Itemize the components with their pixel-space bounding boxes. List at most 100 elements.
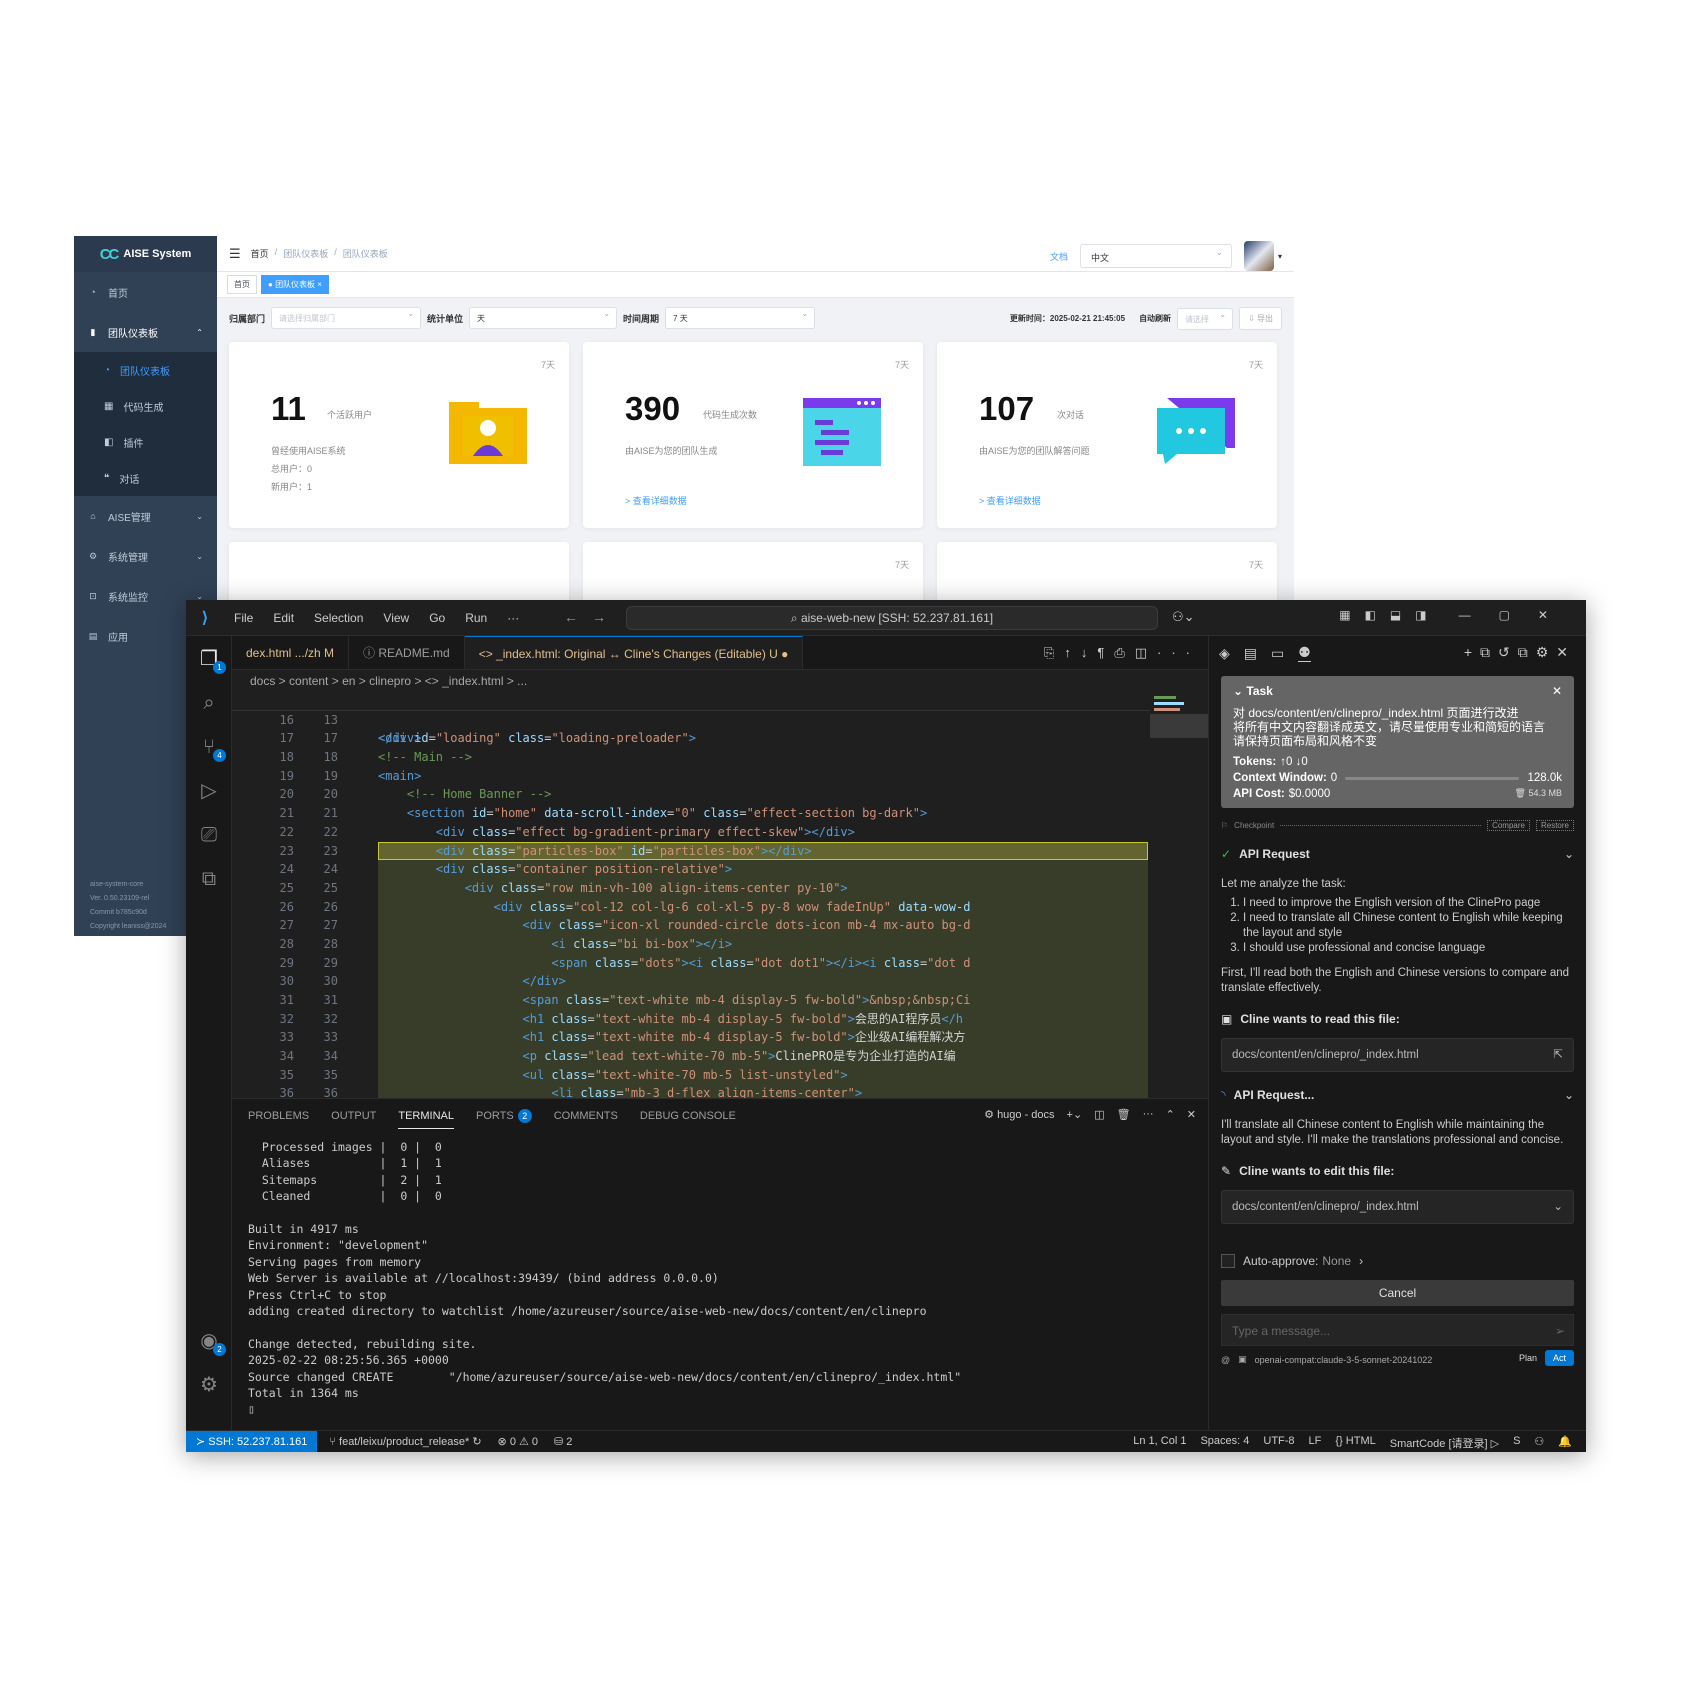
restore-button[interactable]: Restore bbox=[1535, 820, 1574, 831]
chevron-down-icon[interactable]: ⌄ bbox=[1553, 1191, 1563, 1223]
avatar[interactable] bbox=[1243, 241, 1274, 271]
manage-gear-icon[interactable]: ⚙ bbox=[196, 1372, 222, 1398]
remote-explorer-icon[interactable]: ⎚ bbox=[196, 822, 222, 848]
branch-indicator[interactable]: ⑂ feat/leixu/product_release* ↻ bbox=[329, 1435, 481, 1448]
notifications-bell-icon[interactable]: 🔔 bbox=[1558, 1435, 1572, 1451]
period-select[interactable]: 7 天 bbox=[665, 307, 816, 329]
new-terminal-icon[interactable]: +⌄ bbox=[1067, 1108, 1083, 1121]
menu-item[interactable]: Go bbox=[419, 611, 455, 625]
tag-team-dashboard[interactable]: ● 团队仪表板 × bbox=[261, 275, 329, 294]
model-selector[interactable]: openai-compat:claude-3-5-sonnet-20241022 bbox=[1255, 1355, 1433, 1365]
docs-link[interactable]: 文档 bbox=[1050, 250, 1068, 263]
editor-tab[interactable]: dex.html .../zh M bbox=[232, 636, 350, 669]
sidebar-item[interactable]: ❝ 对话 bbox=[74, 460, 217, 496]
sidebar-item[interactable]: ◔ 首页 bbox=[74, 272, 217, 312]
problems-indicator[interactable]: ⊗ 0 ⚠ 0 bbox=[498, 1435, 538, 1448]
editor-tab[interactable]: <> _index.html: Original ↔ Cline's Chang… bbox=[464, 636, 804, 669]
terminal-output[interactable]: Processed images | 0 | 0 Aliases | 1 | 1… bbox=[232, 1133, 1208, 1424]
copilot-status-icon[interactable]: ⚇ bbox=[1534, 1435, 1544, 1451]
read-file-path[interactable]: docs/content/en/clinepro/_index.html ⇱ bbox=[1221, 1038, 1574, 1072]
sidebar-item[interactable]: ▮ 团队仪表板 ⌃ bbox=[74, 312, 217, 352]
panel-tab[interactable]: DEBUG CONSOLE bbox=[640, 1110, 736, 1122]
view-details-link[interactable]: > 查看详细数据 bbox=[625, 494, 687, 507]
sidebar-item[interactable]: ◔ 团队仪表板 bbox=[74, 352, 217, 388]
command-center[interactable]: ⌕ aise-web-new [SSH: 52.237.81.161] bbox=[626, 606, 1158, 630]
close-task-icon[interactable]: ✕ bbox=[1552, 684, 1562, 698]
auto-refresh-select[interactable]: 请选择 bbox=[1177, 307, 1234, 330]
editor-actions-icon[interactable]: ⎘↑↓¶⎙◫··· bbox=[1044, 636, 1200, 670]
sidebar-item[interactable]: ▦ 代码生成 bbox=[74, 388, 217, 424]
menu-item[interactable]: Edit bbox=[263, 611, 304, 625]
editor-breadcrumbs[interactable]: docs > content > en > clinepro > <> _ind… bbox=[232, 670, 1208, 692]
code-line[interactable]: 16 bbox=[232, 711, 1208, 730]
code-line[interactable]: 32 32 <h1 class="text-white mb-4 display-… bbox=[232, 1009, 1208, 1029]
code-line[interactable]: 35 35 <ul class="text-white-70 mb-5 list-… bbox=[232, 1065, 1208, 1085]
code-line[interactable]: 18 18 <!-- Main --> bbox=[232, 748, 1208, 767]
s-status[interactable]: S bbox=[1513, 1435, 1520, 1451]
layout-icon[interactable]: ▦ bbox=[1339, 608, 1350, 622]
toggle-secondary-icon[interactable]: ◨ bbox=[1415, 608, 1426, 622]
code-line[interactable]: 31 31 <span class="text-white mb-4 displa… bbox=[232, 991, 1208, 1010]
layers-icon[interactable]: ◈ bbox=[1219, 645, 1230, 662]
aise-logo[interactable]: CC AISE System bbox=[74, 236, 217, 272]
code-line[interactable]: 24 24 <div class="container position-rela… bbox=[232, 860, 1208, 879]
code-line[interactable]: 25 25 <div class="row min-vh-100 align-it… bbox=[232, 878, 1208, 898]
breadcrumb-item[interactable]: 团队仪表板 bbox=[283, 247, 328, 260]
panel-tab[interactable]: COMMENTS bbox=[554, 1110, 618, 1122]
code-line[interactable]: 23 23 <div class="particles-box" id="part… bbox=[232, 841, 1208, 861]
panel-tab[interactable]: PORTS 2 bbox=[476, 1109, 532, 1123]
ports-indicator[interactable]: ⛁ 2 bbox=[554, 1435, 572, 1448]
caret-down-icon[interactable]: ▾ bbox=[1278, 252, 1282, 261]
indentation[interactable]: Spaces: 4 bbox=[1200, 1435, 1249, 1451]
split-terminal-icon[interactable]: ◫ bbox=[1094, 1108, 1104, 1121]
encoding[interactable]: UTF-8 bbox=[1263, 1435, 1294, 1451]
menu-item[interactable]: View bbox=[373, 611, 419, 625]
code-line[interactable]: 33 33 <h1 class="text-white mb-4 display-… bbox=[232, 1028, 1208, 1048]
tag-home[interactable]: 首页 bbox=[227, 275, 257, 294]
language-mode[interactable]: {} HTML bbox=[1335, 1435, 1375, 1451]
bot-icon[interactable]: ⚉ bbox=[1298, 644, 1311, 662]
toggle-sidebar-icon[interactable]: ◧ bbox=[1365, 608, 1376, 622]
menu-item[interactable]: Selection bbox=[304, 611, 373, 625]
more-icon[interactable]: ··· bbox=[1143, 1108, 1154, 1121]
close-panel-icon[interactable]: ✕ bbox=[1187, 1108, 1196, 1121]
cursor-position[interactable]: Ln 1, Col 1 bbox=[1133, 1435, 1186, 1451]
code-line[interactable]: 28 28 <i class="bi bi-box"></i> bbox=[232, 934, 1208, 954]
code-line[interactable]: 22 22 <div class="effect bg-gradient-prim… bbox=[232, 823, 1208, 842]
smartcode-status[interactable]: SmartCode [请登录] ▷ bbox=[1390, 1435, 1499, 1451]
maximize-panel-icon[interactable]: ⌃ bbox=[1166, 1108, 1175, 1121]
code-line[interactable]: 17 17 </div> bbox=[232, 729, 1208, 748]
plan-button[interactable]: Plan bbox=[1511, 1350, 1545, 1366]
cancel-button[interactable]: Cancel bbox=[1221, 1280, 1574, 1306]
copilot-icon[interactable]: ⚇⌄ bbox=[1172, 609, 1195, 625]
code-line[interactable]: 20 20 <!-- Home Banner --> bbox=[232, 785, 1208, 804]
extensions-icon[interactable]: ⧉ bbox=[196, 866, 222, 892]
sidebar-item[interactable]: ⚙ 系统管理 ⌄ bbox=[74, 536, 217, 576]
search-icon[interactable]: ⌕ bbox=[196, 690, 222, 716]
line-ending[interactable]: LF bbox=[1309, 1435, 1322, 1451]
plan-act-toggle[interactable]: Plan Act bbox=[1511, 1350, 1574, 1366]
chevron-down-icon[interactable]: ⌄ bbox=[1564, 1088, 1574, 1102]
unit-select[interactable]: 天 bbox=[469, 307, 618, 329]
account-icon[interactable]: ◉ 2 bbox=[196, 1328, 226, 1356]
hamburger-icon[interactable]: ☰ bbox=[229, 246, 241, 262]
open-external-icon[interactable]: ⇱ bbox=[1553, 1039, 1563, 1071]
kill-terminal-icon[interactable]: 🗑 bbox=[1117, 1108, 1131, 1121]
source-control-icon[interactable]: ⑂ 4 bbox=[196, 734, 226, 762]
editor-tab[interactable]: ⓘ README.md bbox=[349, 636, 465, 669]
toggle-panel-icon[interactable]: ⬓ bbox=[1390, 608, 1401, 622]
run-debug-icon[interactable]: ▷ bbox=[196, 778, 222, 804]
code-line[interactable]: 26 26 <div class="col-12 col-lg-6 col-xl-… bbox=[232, 897, 1208, 917]
panel-tab[interactable]: TERMINAL bbox=[398, 1110, 454, 1129]
view-details-link[interactable]: > 查看详细数据 bbox=[979, 494, 1041, 507]
export-button[interactable]: ⇩ 导出 bbox=[1239, 307, 1282, 330]
minimap[interactable] bbox=[1150, 692, 1208, 1098]
dept-select[interactable]: 请选择归属部门 bbox=[271, 307, 422, 329]
compare-button[interactable]: Compare bbox=[1487, 820, 1530, 831]
code-line[interactable]: 19 19 <main> bbox=[232, 767, 1208, 786]
panel-tab[interactable]: PROBLEMS bbox=[248, 1110, 309, 1122]
code-line[interactable]: 21 21 <section id="home" data-scroll-inde… bbox=[232, 804, 1208, 823]
breadcrumb-item[interactable]: 首页 bbox=[251, 247, 269, 260]
code-line[interactable]: 29 29 <span class="dots"><i class="dot do… bbox=[232, 953, 1208, 973]
chevron-down-icon[interactable]: ⌄ bbox=[1564, 847, 1574, 861]
